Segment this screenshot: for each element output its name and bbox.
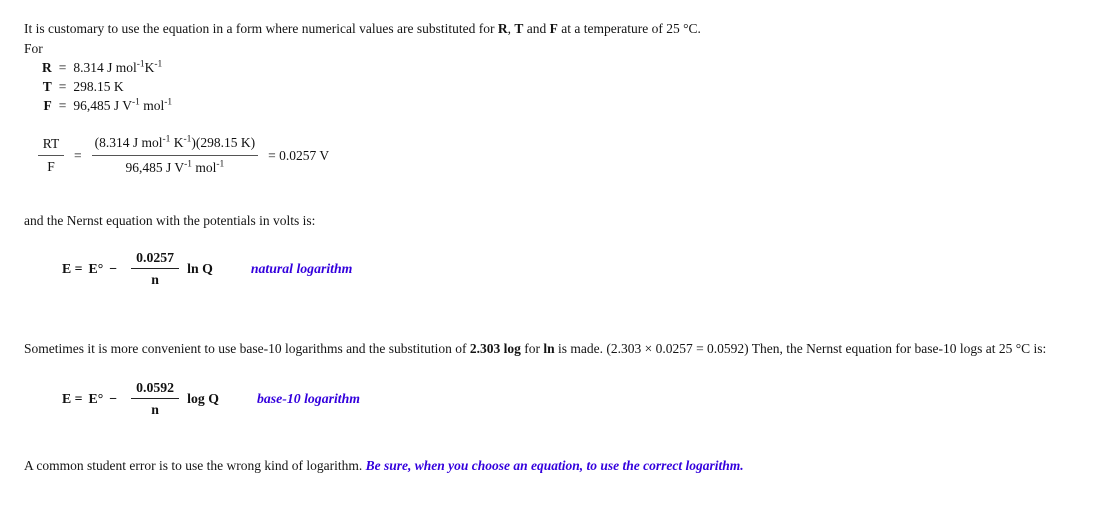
closing-plain-text: A common student error is to use the wro… <box>24 457 366 473</box>
equation-note-natural-log: natural logarithm <box>250 260 353 276</box>
constant-symbol-R: R <box>42 60 52 75</box>
symbol-R-inline: R <box>497 20 508 36</box>
base10-part-2: for <box>520 340 544 356</box>
log-term-log: log Q <box>187 390 219 406</box>
base10-bold-2303log: 2.303 log <box>469 340 521 356</box>
table-row: T = 298.15 K <box>42 79 172 98</box>
constant-value-F-sup2: -1 <box>164 97 173 108</box>
numerator-part-c: )(298.15 K) <box>191 135 256 150</box>
constant-value-R-unit2: K <box>144 60 155 75</box>
nernst-equation-natural-log: E = E° − 0.0257 n ln Q natural logarithm <box>62 250 352 287</box>
rt-over-f-equation: RT F = (8.314 J mol-1 K-1)(298.15 K) 96,… <box>38 134 329 177</box>
constant-value-F-sup1: -1 <box>132 97 140 108</box>
standard-potential-log: E° <box>88 390 104 406</box>
fraction-bar <box>131 398 180 399</box>
coefficient-fraction-ln: 0.0257 n <box>131 250 180 287</box>
constant-value-T: 298.15 K <box>73 79 172 98</box>
rt-numerator: RT <box>42 136 60 151</box>
denominator-sup-1: -1 <box>184 159 192 170</box>
denominator-part-b: mol <box>192 160 217 175</box>
constant-value-R-sup2: -1 <box>154 59 163 70</box>
rt-over-f-result: = 0.0257 V <box>268 147 330 163</box>
constant-symbol-F: F <box>43 98 52 113</box>
rt-over-f-fraction: RT F <box>38 136 64 175</box>
constant-symbol-T: T <box>42 79 52 94</box>
coefficient-numerator-ln: 0.0257 <box>136 250 175 265</box>
symbol-F-inline: F <box>549 20 558 36</box>
closing-paragraph: A common student error is to use the wro… <box>24 457 1074 474</box>
constant-value-R-sup1: -1 <box>136 59 145 70</box>
minus-sign-ln: − <box>109 260 118 276</box>
equals-sign: = <box>74 147 82 163</box>
standard-potential-ln: E° <box>88 260 104 276</box>
for-label: For <box>24 41 43 56</box>
constants-table: R = 8.314 J mol-1K-1 T = 298.15 K F = 96… <box>42 60 172 117</box>
base10-bold-ln: ln <box>543 340 555 356</box>
closing-emphasis-text: Be sure, when you choose an equation, to… <box>365 457 744 473</box>
fraction-bar <box>91 155 259 156</box>
log-term-ln: ln Q <box>187 260 213 276</box>
nernst-equation-base10-log: E = E° − 0.0592 n log Q base-10 logarith… <box>62 380 360 417</box>
fraction-bar <box>38 155 64 156</box>
nernst-intro-line: and the Nernst equation with the potenti… <box>24 213 316 228</box>
substituted-fraction: (8.314 J mol-1 K-1)(298.15 K) 96,485 J V… <box>91 134 259 177</box>
constant-equals-T: = <box>58 79 67 94</box>
intro-paragraph: It is customary to use the equation in a… <box>24 20 1084 37</box>
document-page: It is customary to use the equation in a… <box>0 0 1105 507</box>
equation-lhs-log: E = <box>62 390 83 406</box>
table-row: F = 96,485 J V-1 mol-1 <box>42 98 173 117</box>
f-denominator: F <box>47 159 55 174</box>
minus-sign-log: − <box>109 390 118 406</box>
constant-value-F: 96,485 J V-1 mol-1 <box>73 98 172 117</box>
denominator-part-a: 96,485 J V <box>125 160 185 175</box>
constant-equals-F: = <box>58 98 67 113</box>
equation-note-base10-log: base-10 logarithm <box>256 390 361 406</box>
coefficient-denominator-log: n <box>151 402 159 417</box>
coefficient-fraction-log: 0.0592 n <box>131 380 180 417</box>
equation-lhs-ln: E = <box>62 260 83 276</box>
numerator-part-b: K <box>170 135 184 150</box>
substituted-denominator: 96,485 J V-1 mol-1 <box>122 159 227 177</box>
base10-paragraph: Sometimes it is more convenient to use b… <box>24 340 1082 357</box>
base10-part-3: is made. (2.303 × 0.0257 = 0.0592) Then,… <box>554 340 1047 356</box>
constant-equals-R: = <box>58 60 67 75</box>
constant-value-R-num: 8.314 J mol <box>73 60 137 75</box>
constant-value-F-num: 96,485 J V <box>73 98 133 113</box>
coefficient-numerator-log: 0.0592 <box>136 380 175 395</box>
table-row: R = 8.314 J mol-1K-1 <box>42 60 172 79</box>
intro-and: and <box>523 20 550 36</box>
intro-text-tail: at a temperature of 25 °C. <box>557 20 701 36</box>
denominator-sup-2: -1 <box>216 159 225 170</box>
substituted-numerator: (8.314 J mol-1 K-1)(298.15 K) <box>92 134 259 152</box>
numerator-part-a: (8.314 J mol <box>94 135 163 150</box>
base10-part-1: Sometimes it is more convenient to use b… <box>24 340 470 356</box>
constant-value-T-num: 298.15 K <box>73 79 124 94</box>
intro-text-lead: It is customary to use the equation in a… <box>24 20 498 36</box>
constant-value-R: 8.314 J mol-1K-1 <box>73 60 172 79</box>
constant-value-F-unit2: mol <box>139 98 165 113</box>
fraction-bar <box>131 268 180 269</box>
coefficient-denominator-ln: n <box>151 272 159 287</box>
